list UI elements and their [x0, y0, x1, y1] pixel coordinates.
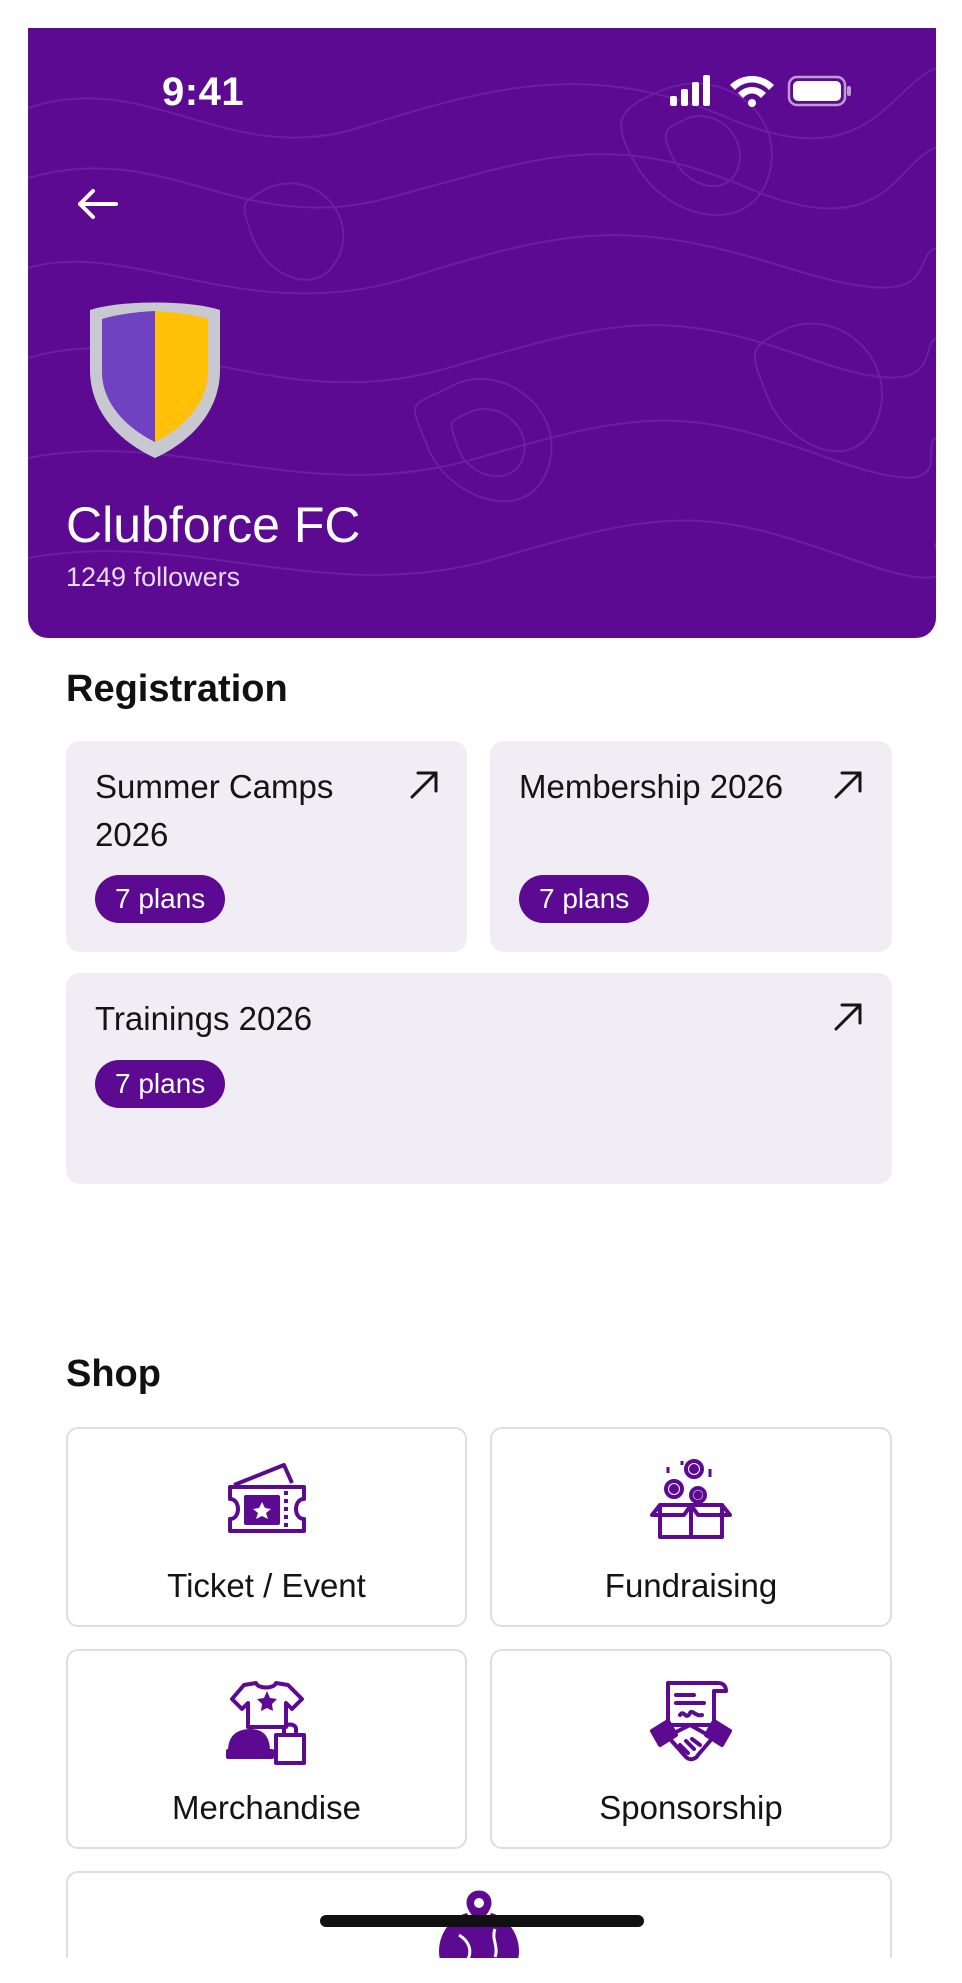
signal-icon	[670, 75, 710, 106]
arrow-up-right-icon	[410, 771, 438, 799]
status-time: 9:41	[162, 70, 245, 114]
handshake-icon	[650, 1681, 732, 1762]
registration-card-summer-camps[interactable]: Summer Camps 2026 7 plans	[66, 741, 467, 952]
shop-item-label: Merchandise	[172, 1789, 361, 1826]
shop-item-fundraising[interactable]: Fundraising	[490, 1427, 892, 1627]
shop-item-label: Fundraising	[604, 1567, 778, 1604]
donation-box-icon	[650, 1459, 732, 1539]
ticket-icon	[227, 1463, 306, 1533]
registration-card-trainings[interactable]: Trainings 2026 7 plans	[66, 973, 892, 1184]
shop-item-label: Ticket / Event	[167, 1567, 366, 1604]
back-button[interactable]	[68, 174, 128, 234]
registration-title: Registration	[66, 668, 288, 710]
arrow-up-right-icon	[834, 1003, 862, 1031]
wifi-icon	[730, 76, 774, 107]
status-icons	[670, 75, 851, 107]
plans-badge: 7 plans	[519, 875, 650, 923]
shop-title: Shop	[66, 1353, 161, 1395]
plans-badge: 7 plans	[95, 875, 226, 923]
plans-badge: 7 plans	[95, 1060, 226, 1108]
battery-icon	[787, 75, 851, 107]
registration-card-membership[interactable]: Membership 2026 7 plans	[490, 741, 892, 952]
club-name: Clubforce FC	[66, 497, 361, 553]
shop-item-ticket-event[interactable]: Ticket / Event	[66, 1427, 467, 1627]
card-title: Summer Camps 2026	[95, 768, 334, 853]
followers-count: 1249 followers	[66, 562, 241, 592]
shop-item-merchandise[interactable]: Merchandise	[66, 1649, 467, 1849]
card-title: Membership 2026	[519, 768, 784, 805]
merchandise-icon	[225, 1681, 306, 1765]
card-title: Trainings 2026	[95, 1000, 313, 1037]
club-header: 9:41 Clubforce FC 1249 followers	[28, 28, 936, 638]
club-crest	[90, 302, 220, 458]
home-indicator[interactable]	[320, 1915, 644, 1927]
arrow-up-right-icon	[834, 771, 862, 799]
shop-item-label: Sponsorship	[599, 1789, 783, 1826]
club-screen: 9:41 Clubforce FC 1249 followers Registr…	[28, 28, 936, 1958]
arrow-left-icon	[78, 189, 118, 219]
shop-item-sponsorship[interactable]: Sponsorship	[490, 1649, 892, 1849]
